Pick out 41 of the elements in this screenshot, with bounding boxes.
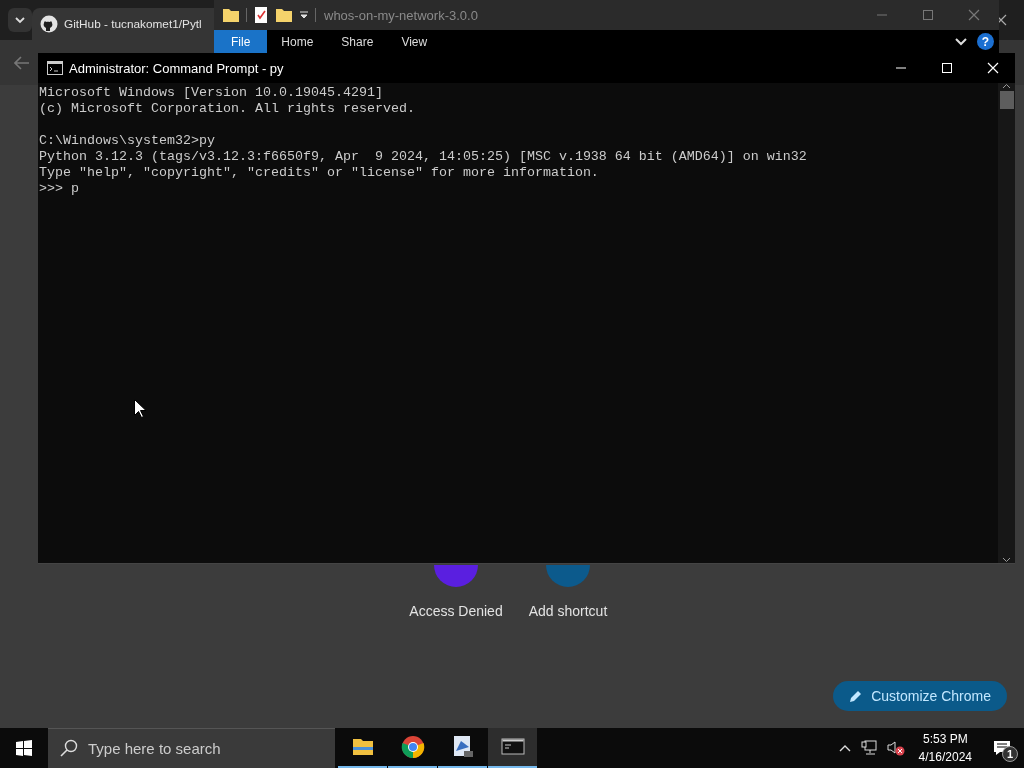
cursor-icon	[134, 399, 146, 418]
back-arrow-icon[interactable]	[14, 55, 30, 70]
windows-logo-icon	[16, 740, 32, 756]
dropdown-icon[interactable]	[299, 10, 309, 20]
console-icon	[47, 61, 63, 75]
ribbon-tab[interactable]: File	[214, 30, 268, 53]
scroll-up-icon[interactable]	[1002, 83, 1011, 89]
clock[interactable]: 5:53 PM 4/16/2024	[918, 730, 972, 766]
shortcut-label[interactable]: Add shortcut	[528, 603, 608, 619]
chevron-up-icon[interactable]	[838, 744, 851, 752]
checklist-icon[interactable]	[253, 6, 269, 24]
console-line: Microsoft Windows [Version 10.0.19045.4291]	[39, 85, 383, 101]
tab-title: GitHub - tucnakomet1/Pytl	[64, 17, 202, 31]
scrollbar-thumb[interactable]	[999, 91, 1014, 109]
scrollbar[interactable]	[998, 83, 1015, 563]
console-line: >>> p	[39, 181, 79, 197]
shortcut-label[interactable]: Access Denied	[409, 603, 503, 619]
notification-badge: 1	[1002, 746, 1018, 762]
network-icon[interactable]	[860, 740, 877, 756]
console-line: Python 3.12.3 (tags/v3.12.3:f6650f9, Apr 9 2024, 14:05:25) [MSC v.1938 64 bit (AMD64)] on win32	[39, 149, 807, 165]
search-field[interactable]: Type here to search	[48, 728, 335, 768]
folder-icon[interactable]	[275, 6, 293, 24]
folder-icon	[222, 6, 240, 24]
search-icon	[60, 739, 78, 757]
window-title: Administrator: Command Prompt - py	[69, 60, 284, 76]
customize-button[interactable]: Customize Chrome	[833, 681, 1007, 711]
help-button[interactable]: ?	[977, 33, 994, 50]
notification-button[interactable]: 1	[988, 734, 1016, 762]
pencil-icon	[849, 689, 864, 703]
console-line: Type "help", "copyright", "credits" or "license" for more information.	[39, 165, 599, 181]
chevron-down-icon[interactable]	[955, 37, 967, 46]
tab-list-button[interactable]	[8, 8, 32, 32]
console-line: (c) Microsoft Corporation. All rights reserved.	[39, 101, 415, 117]
console-line: C:\Windows\system32>py	[39, 133, 215, 149]
muted-speaker-icon[interactable]	[886, 740, 905, 756]
chrome-icon	[400, 735, 425, 759]
chevron-down-icon	[14, 16, 26, 24]
ribbon-tab[interactable]: View	[387, 30, 442, 53]
taskbar-app-button[interactable]	[488, 728, 537, 768]
scroll-down-icon[interactable]	[1002, 557, 1011, 563]
github-icon	[40, 15, 58, 33]
